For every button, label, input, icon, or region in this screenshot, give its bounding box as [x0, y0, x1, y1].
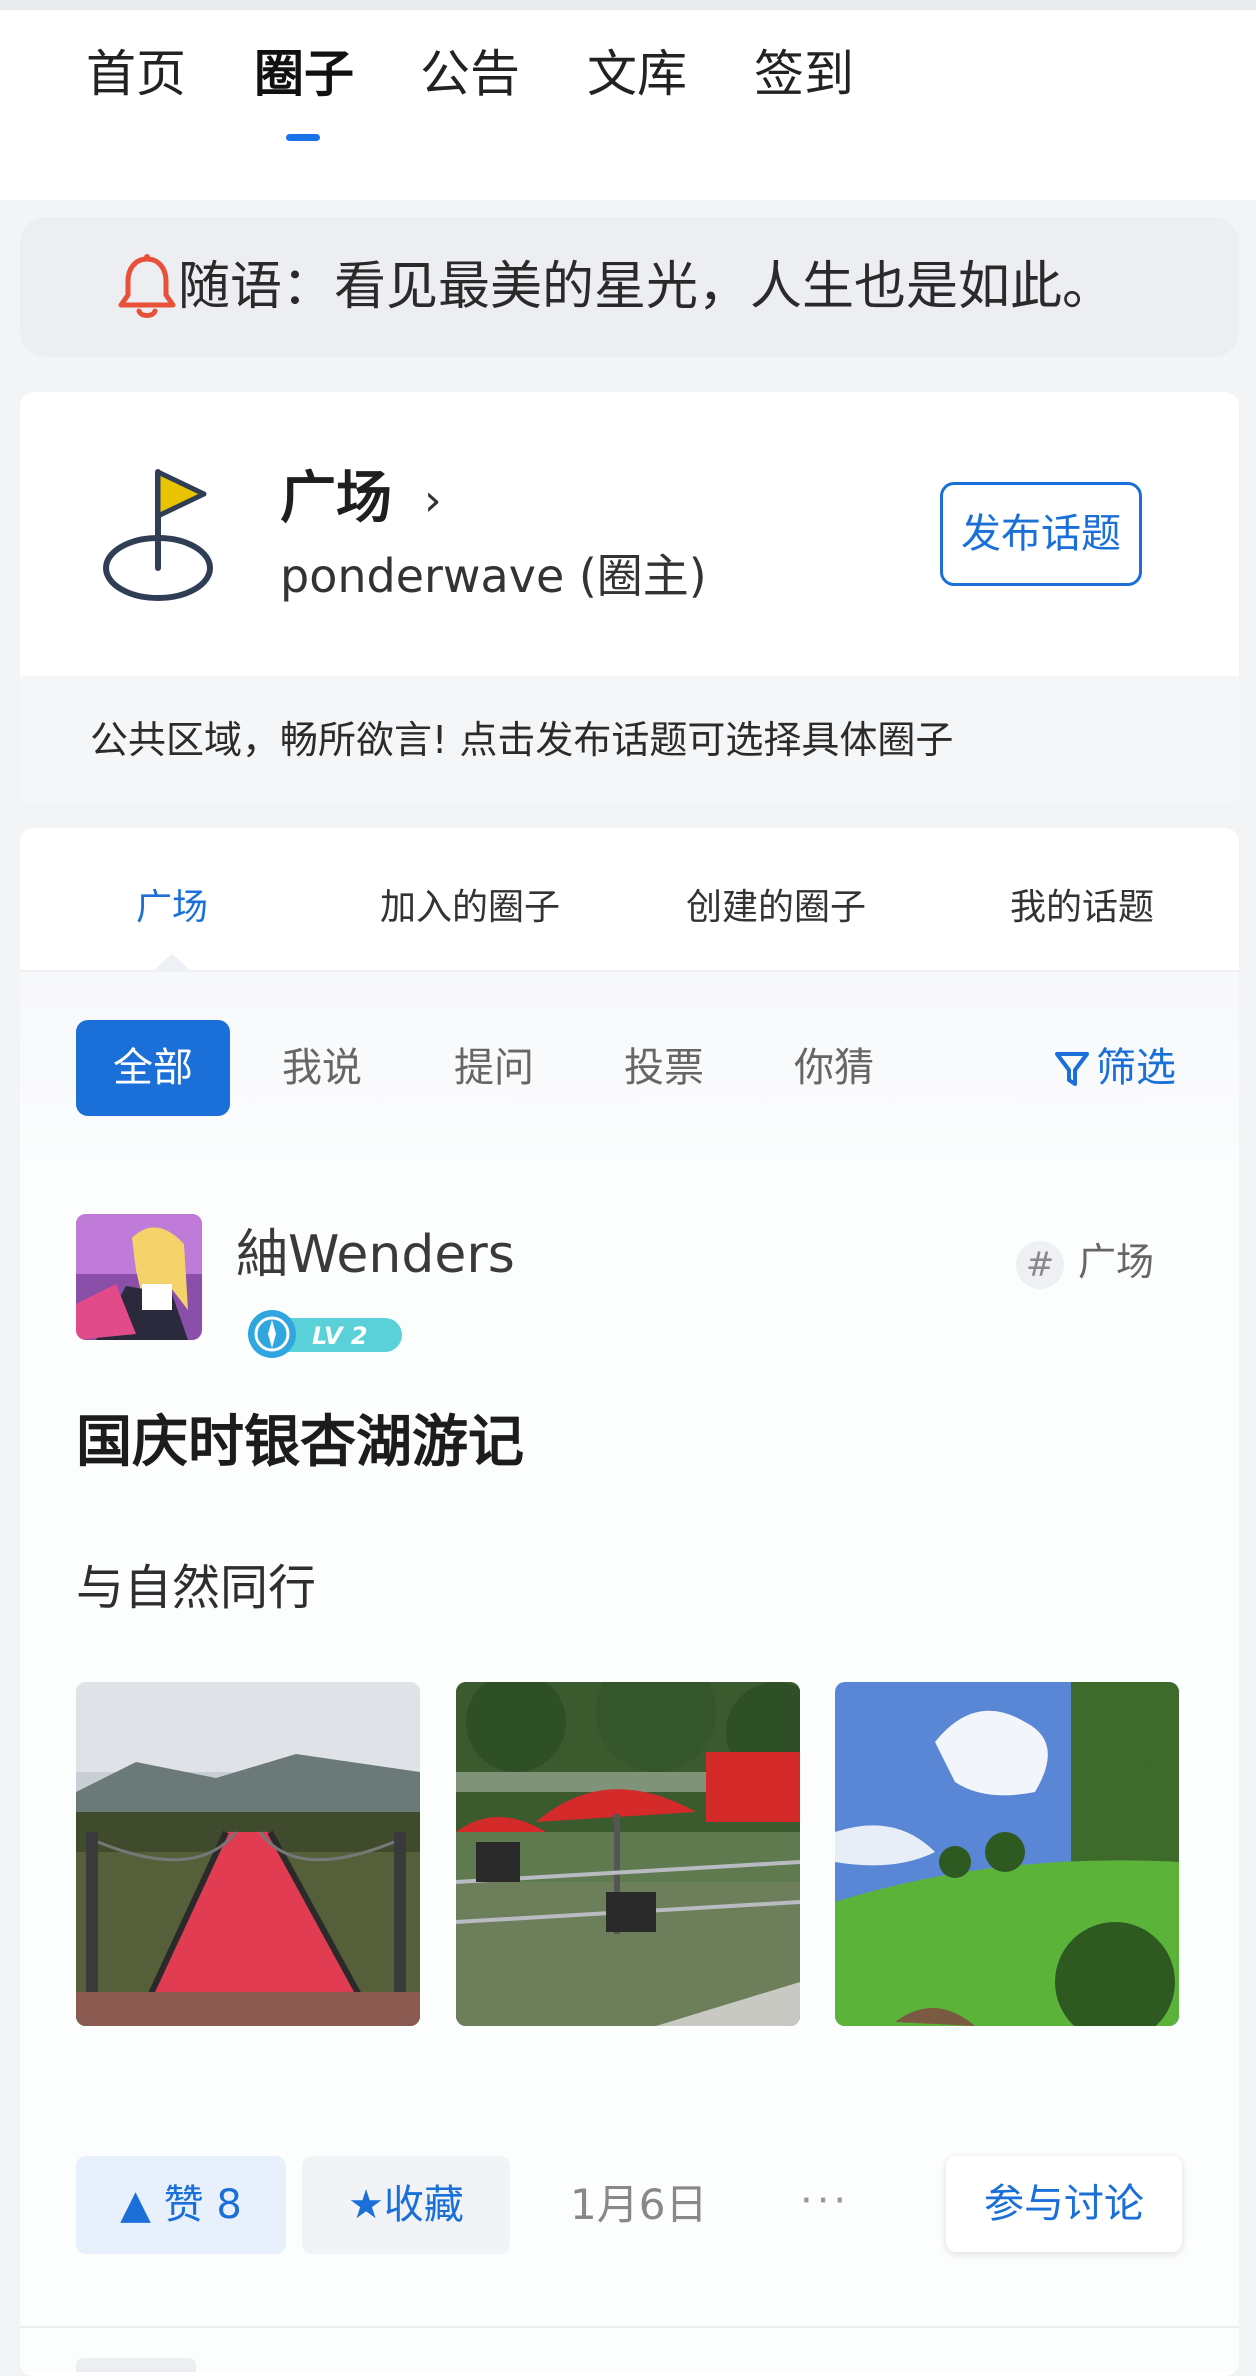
tab-plaza[interactable]: 广场 — [136, 878, 208, 938]
nav-checkin[interactable]: 签到 — [754, 44, 854, 104]
post-author[interactable]: 紬Wenders — [236, 1222, 515, 1288]
chip-say[interactable]: 我说 — [282, 1020, 362, 1116]
favorite-button[interactable]: ★收藏 — [302, 2156, 510, 2254]
post-tag-label: 广场 — [1078, 1240, 1155, 1284]
chip-vote[interactable]: 投票 — [624, 1020, 704, 1116]
tab-created-circles[interactable]: 创建的圈子 — [686, 878, 866, 938]
circle-name[interactable]: 广场 — [280, 464, 392, 534]
post-photo-bridge[interactable] — [76, 1682, 420, 2026]
circle-description: 公共区域，畅所欲言! 点击发布话题可选择具体圈子 — [90, 718, 954, 762]
chevron-right-icon[interactable]: › — [424, 476, 442, 526]
post-photo-lawn[interactable] — [835, 1682, 1179, 2026]
chip-guess[interactable]: 你猜 — [794, 1020, 874, 1116]
hashtag-icon: # — [1016, 1240, 1064, 1289]
like-count: 赞 8 — [163, 2182, 242, 2228]
level-badge: LV 2 — [248, 1310, 402, 1358]
circle-header-card: 广场 › ponderwave (圈主) 发布话题 公共区域，畅所欲言! 点击发… — [20, 392, 1239, 804]
bell-icon — [118, 254, 176, 318]
post-photo-tents[interactable] — [456, 1682, 800, 2026]
funnel-icon — [1055, 1052, 1089, 1086]
post-item[interactable]: 紬Wenders LV 2 # 广场 国庆时银杏湖游记 与自然同行 ▲ 赞 8 … — [20, 1162, 1239, 2372]
feed-card: 广场 加入的圈子 创建的圈子 我的话题 全部 我说 提问 投票 你猜 筛选 紬W… — [20, 828, 1239, 2376]
post-divider — [20, 2326, 1239, 2328]
star-icon: ★ — [348, 2182, 384, 2228]
filter-bar: 全部 我说 提问 投票 你猜 筛选 — [20, 970, 1239, 1164]
tab-joined-circles[interactable]: 加入的圈子 — [380, 878, 560, 938]
post-title[interactable]: 国庆时银杏湖游记 — [76, 1406, 524, 1480]
circle-description-bar: 公共区域，畅所欲言! 点击发布话题可选择具体圈子 — [20, 676, 1239, 804]
post-tag[interactable]: # 广场 — [1016, 1234, 1154, 1290]
chip-all[interactable]: 全部 — [76, 1020, 230, 1116]
avatar[interactable] — [76, 1214, 202, 1340]
next-post-stub — [76, 2358, 196, 2372]
join-discussion-button[interactable]: 参与讨论 — [946, 2156, 1182, 2252]
flag-icon — [103, 469, 213, 601]
level-text: LV 2 — [312, 1322, 368, 1350]
post-excerpt: 与自然同行 — [76, 1560, 317, 1616]
nav-home[interactable]: 首页 — [86, 44, 186, 104]
tab-my-topics[interactable]: 我的话题 — [1010, 878, 1154, 938]
nav-circles[interactable]: 圈子 — [254, 44, 354, 104]
like-button[interactable]: ▲ 赞 8 — [76, 2156, 286, 2254]
post-date: 1月6日 — [570, 2180, 708, 2229]
chip-question[interactable]: 提问 — [454, 1020, 534, 1116]
top-nav: 首页 圈子 公告 文库 签到 — [0, 10, 1256, 200]
active-tab-indicator — [154, 954, 190, 970]
active-nav-indicator — [286, 134, 320, 141]
filter-button[interactable]: 筛选 — [1054, 1020, 1176, 1116]
triangle-up-icon: ▲ — [120, 2182, 151, 2228]
status-strip — [0, 0, 1256, 10]
favorite-label: 收藏 — [383, 2182, 464, 2228]
nav-library[interactable]: 文库 — [587, 44, 687, 104]
notice-banner[interactable]: 随语：看见最美的星光，人生也是如此。 — [20, 217, 1239, 357]
circle-owner: ponderwave (圈主) — [280, 549, 707, 603]
notice-text: 随语：看见最美的星光，人生也是如此。 — [178, 257, 1115, 317]
publish-topic-button[interactable]: 发布话题 — [940, 482, 1142, 586]
nav-announcements[interactable]: 公告 — [420, 44, 520, 104]
more-options-icon[interactable]: ··· — [800, 2156, 850, 2246]
filter-label: 筛选 — [1096, 1045, 1176, 1091]
